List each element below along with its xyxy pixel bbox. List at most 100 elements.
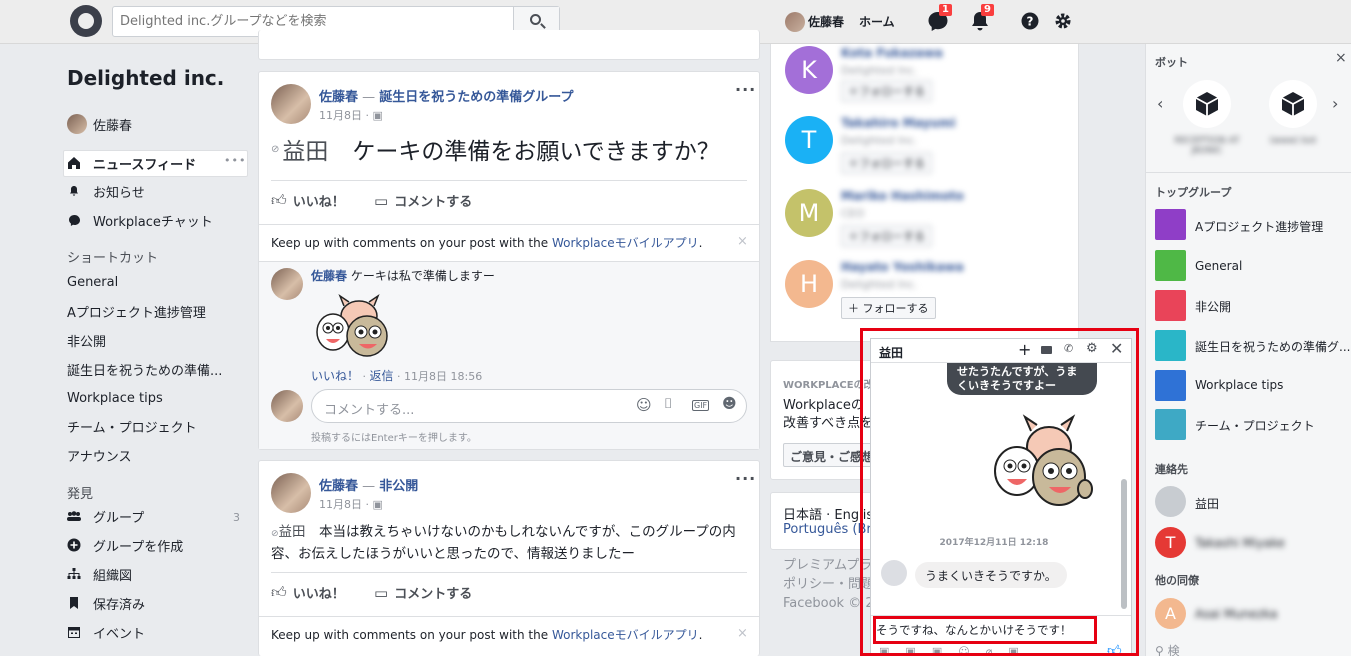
comment-author-avatar[interactable] bbox=[271, 268, 303, 300]
person-avatar[interactable]: M bbox=[785, 189, 833, 237]
nav-notifications[interactable]: お知らせ bbox=[67, 180, 145, 202]
home-link[interactable]: ホーム bbox=[859, 13, 895, 30]
post-date[interactable]: 11月8日 · bbox=[319, 109, 373, 122]
contact-avatar[interactable]: A bbox=[1155, 598, 1186, 629]
settings-gear-icon[interactable] bbox=[1054, 12, 1072, 30]
group-icon-team-project[interactable] bbox=[1155, 409, 1186, 440]
calendar-icon bbox=[67, 625, 81, 639]
notifications-icon[interactable]: 9 bbox=[969, 4, 994, 32]
comment-time[interactable]: · 11月8日 18:56 bbox=[394, 370, 482, 383]
shortcut-private[interactable]: 非公開 bbox=[67, 329, 106, 351]
newsfeed-item[interactable]: ニュースフィード bbox=[67, 152, 196, 174]
sticker-icon[interactable]: ☻ bbox=[722, 396, 737, 412]
group-name[interactable]: General bbox=[1195, 259, 1242, 273]
follow-button[interactable]: ＋ フォローする bbox=[841, 152, 932, 174]
company-name[interactable]: Delighted inc. bbox=[67, 66, 224, 90]
follow-button[interactable]: ＋ フォローする bbox=[841, 80, 932, 102]
mobile-app-link[interactable]: Workplaceモバイルアプリ bbox=[552, 236, 699, 250]
comment-button[interactable]: ▭ コメントする bbox=[374, 583, 472, 603]
shortcut-a-project[interactable]: Aプロジェクト進捗管理 bbox=[67, 300, 206, 322]
nav-org-chart[interactable]: 組織図 bbox=[67, 563, 132, 585]
bot-name[interactable]: RECEPTION AT JKONIC bbox=[1170, 136, 1244, 156]
nav-saved[interactable]: 保存済み bbox=[67, 592, 145, 614]
groups-icon bbox=[67, 509, 81, 523]
chat-icon[interactable]: 1 bbox=[927, 4, 952, 32]
close-bots-icon[interactable]: × bbox=[1335, 50, 1347, 66]
nav-workplace-chat[interactable]: Workplaceチャット bbox=[67, 209, 213, 231]
group-name[interactable]: 誕生日を祝うための準備グ... bbox=[1195, 338, 1350, 355]
follow-button[interactable]: ＋ フォローする bbox=[841, 225, 932, 247]
person-avatar[interactable]: T bbox=[785, 116, 833, 164]
person-name[interactable]: Mariko Hashimoto bbox=[841, 189, 964, 203]
camera-icon[interactable]: ⌷ bbox=[664, 396, 672, 412]
post-author-avatar[interactable] bbox=[271, 84, 311, 124]
nav-create-group[interactable]: グループを作成 bbox=[67, 534, 183, 556]
bot-name[interactable]: (www) bot bbox=[1256, 136, 1330, 146]
person-org: Delighted Inc. bbox=[841, 134, 918, 147]
profile-link[interactable]: 佐藤春 bbox=[67, 113, 132, 135]
comment-input-box[interactable]: コメントする... ☺ ⌷ GIF ☻ bbox=[311, 389, 747, 423]
post-author-avatar[interactable] bbox=[271, 473, 311, 513]
group-icon-a-project[interactable] bbox=[1155, 209, 1186, 240]
like-button[interactable]: 👍︎ いいね！ bbox=[271, 583, 345, 602]
mobile-app-link[interactable]: Workplaceモバイルアプリ bbox=[552, 628, 699, 642]
comment-reply-link[interactable]: 返信 bbox=[370, 369, 394, 383]
shortcut-workplace-tips[interactable]: Workplace tips bbox=[67, 387, 163, 409]
chevron-left-icon[interactable]: ‹ bbox=[1157, 94, 1163, 113]
contacts-title: 連絡先 bbox=[1155, 463, 1188, 476]
person-name[interactable]: Kota Fukazawa bbox=[841, 46, 943, 60]
bot-avatar[interactable] bbox=[1269, 80, 1317, 128]
contact-avatar[interactable]: T bbox=[1155, 527, 1186, 558]
workplace-logo[interactable] bbox=[70, 5, 102, 37]
contact-name[interactable]: 益田 bbox=[1195, 495, 1219, 512]
comment-button[interactable]: ▭ コメントする bbox=[374, 191, 472, 211]
help-icon[interactable]: ? bbox=[1021, 12, 1039, 30]
gif-icon[interactable]: GIF bbox=[692, 400, 710, 411]
newsfeed-more-icon[interactable]: ••• bbox=[224, 154, 246, 167]
like-button[interactable]: 👍︎ いいね！ bbox=[271, 191, 345, 210]
contact-name[interactable]: Asai Munezka bbox=[1195, 607, 1277, 621]
group-name[interactable]: 非公開 bbox=[1195, 298, 1231, 315]
group-name[interactable]: Aプロジェクト進捗管理 bbox=[1195, 218, 1323, 235]
post-group-link[interactable]: 非公開 bbox=[379, 479, 418, 494]
mention-tag[interactable]: 益田 bbox=[279, 524, 306, 540]
chevron-right-icon[interactable]: › bbox=[1332, 94, 1338, 113]
group-icon-general[interactable] bbox=[1155, 250, 1186, 281]
group-icon-private[interactable] bbox=[1155, 290, 1186, 321]
audience-icon: ▣ bbox=[372, 498, 383, 511]
shortcut-general[interactable]: General bbox=[67, 271, 118, 293]
user-avatar[interactable] bbox=[785, 12, 805, 32]
post-author-link[interactable]: 佐藤春 bbox=[319, 479, 358, 494]
person-avatar[interactable]: H bbox=[785, 260, 833, 308]
post-author-link[interactable]: 佐藤春 bbox=[319, 90, 358, 105]
close-notice-icon[interactable]: × bbox=[737, 234, 748, 249]
emoji-icon[interactable]: ☺ bbox=[636, 396, 652, 414]
person-name[interactable]: Takahiro Mayumi bbox=[841, 116, 955, 130]
nav-events[interactable]: イベント bbox=[67, 621, 145, 643]
user-name-link[interactable]: 佐藤春 bbox=[808, 13, 844, 30]
contact-search[interactable]: ⚲ 検 bbox=[1155, 642, 1180, 656]
contact-avatar[interactable] bbox=[1155, 486, 1186, 517]
shortcut-team-project[interactable]: チーム・プロジェクト bbox=[67, 415, 197, 437]
nav-groups[interactable]: グループ bbox=[67, 505, 144, 527]
shortcut-announce[interactable]: アナウンス bbox=[67, 444, 131, 466]
person-name[interactable]: Hayato Yoshikawa bbox=[841, 260, 964, 274]
group-icon-workplace-tips[interactable] bbox=[1155, 370, 1186, 401]
post-text: ケーキの準備をお願いできますか？ bbox=[352, 139, 720, 165]
group-icon-birthday[interactable] bbox=[1155, 330, 1186, 361]
comment-like-link[interactable]: いいね！ bbox=[311, 369, 359, 383]
bot-avatar[interactable] bbox=[1183, 80, 1231, 128]
group-name[interactable]: チーム・プロジェクト bbox=[1195, 417, 1315, 434]
comment-author-link[interactable]: 佐藤春 bbox=[311, 269, 347, 283]
close-notice-icon[interactable]: × bbox=[737, 626, 748, 641]
group-name[interactable]: Workplace tips bbox=[1195, 378, 1283, 392]
post-options-icon[interactable]: ··· bbox=[735, 80, 756, 99]
person-avatar[interactable]: K bbox=[785, 46, 833, 94]
post-date[interactable]: 11月8日 · bbox=[319, 498, 373, 511]
post-options-icon[interactable]: ··· bbox=[735, 469, 756, 488]
post-group-link[interactable]: 誕生日を祝うための準備グループ bbox=[379, 90, 573, 105]
mention-tag[interactable]: 益田 bbox=[282, 132, 328, 166]
contact-name[interactable]: Takashi Miyake bbox=[1195, 536, 1285, 550]
shortcut-birthday[interactable]: 誕生日を祝うための準備... bbox=[67, 358, 222, 380]
follow-button[interactable]: ＋ フォローする bbox=[841, 297, 936, 319]
